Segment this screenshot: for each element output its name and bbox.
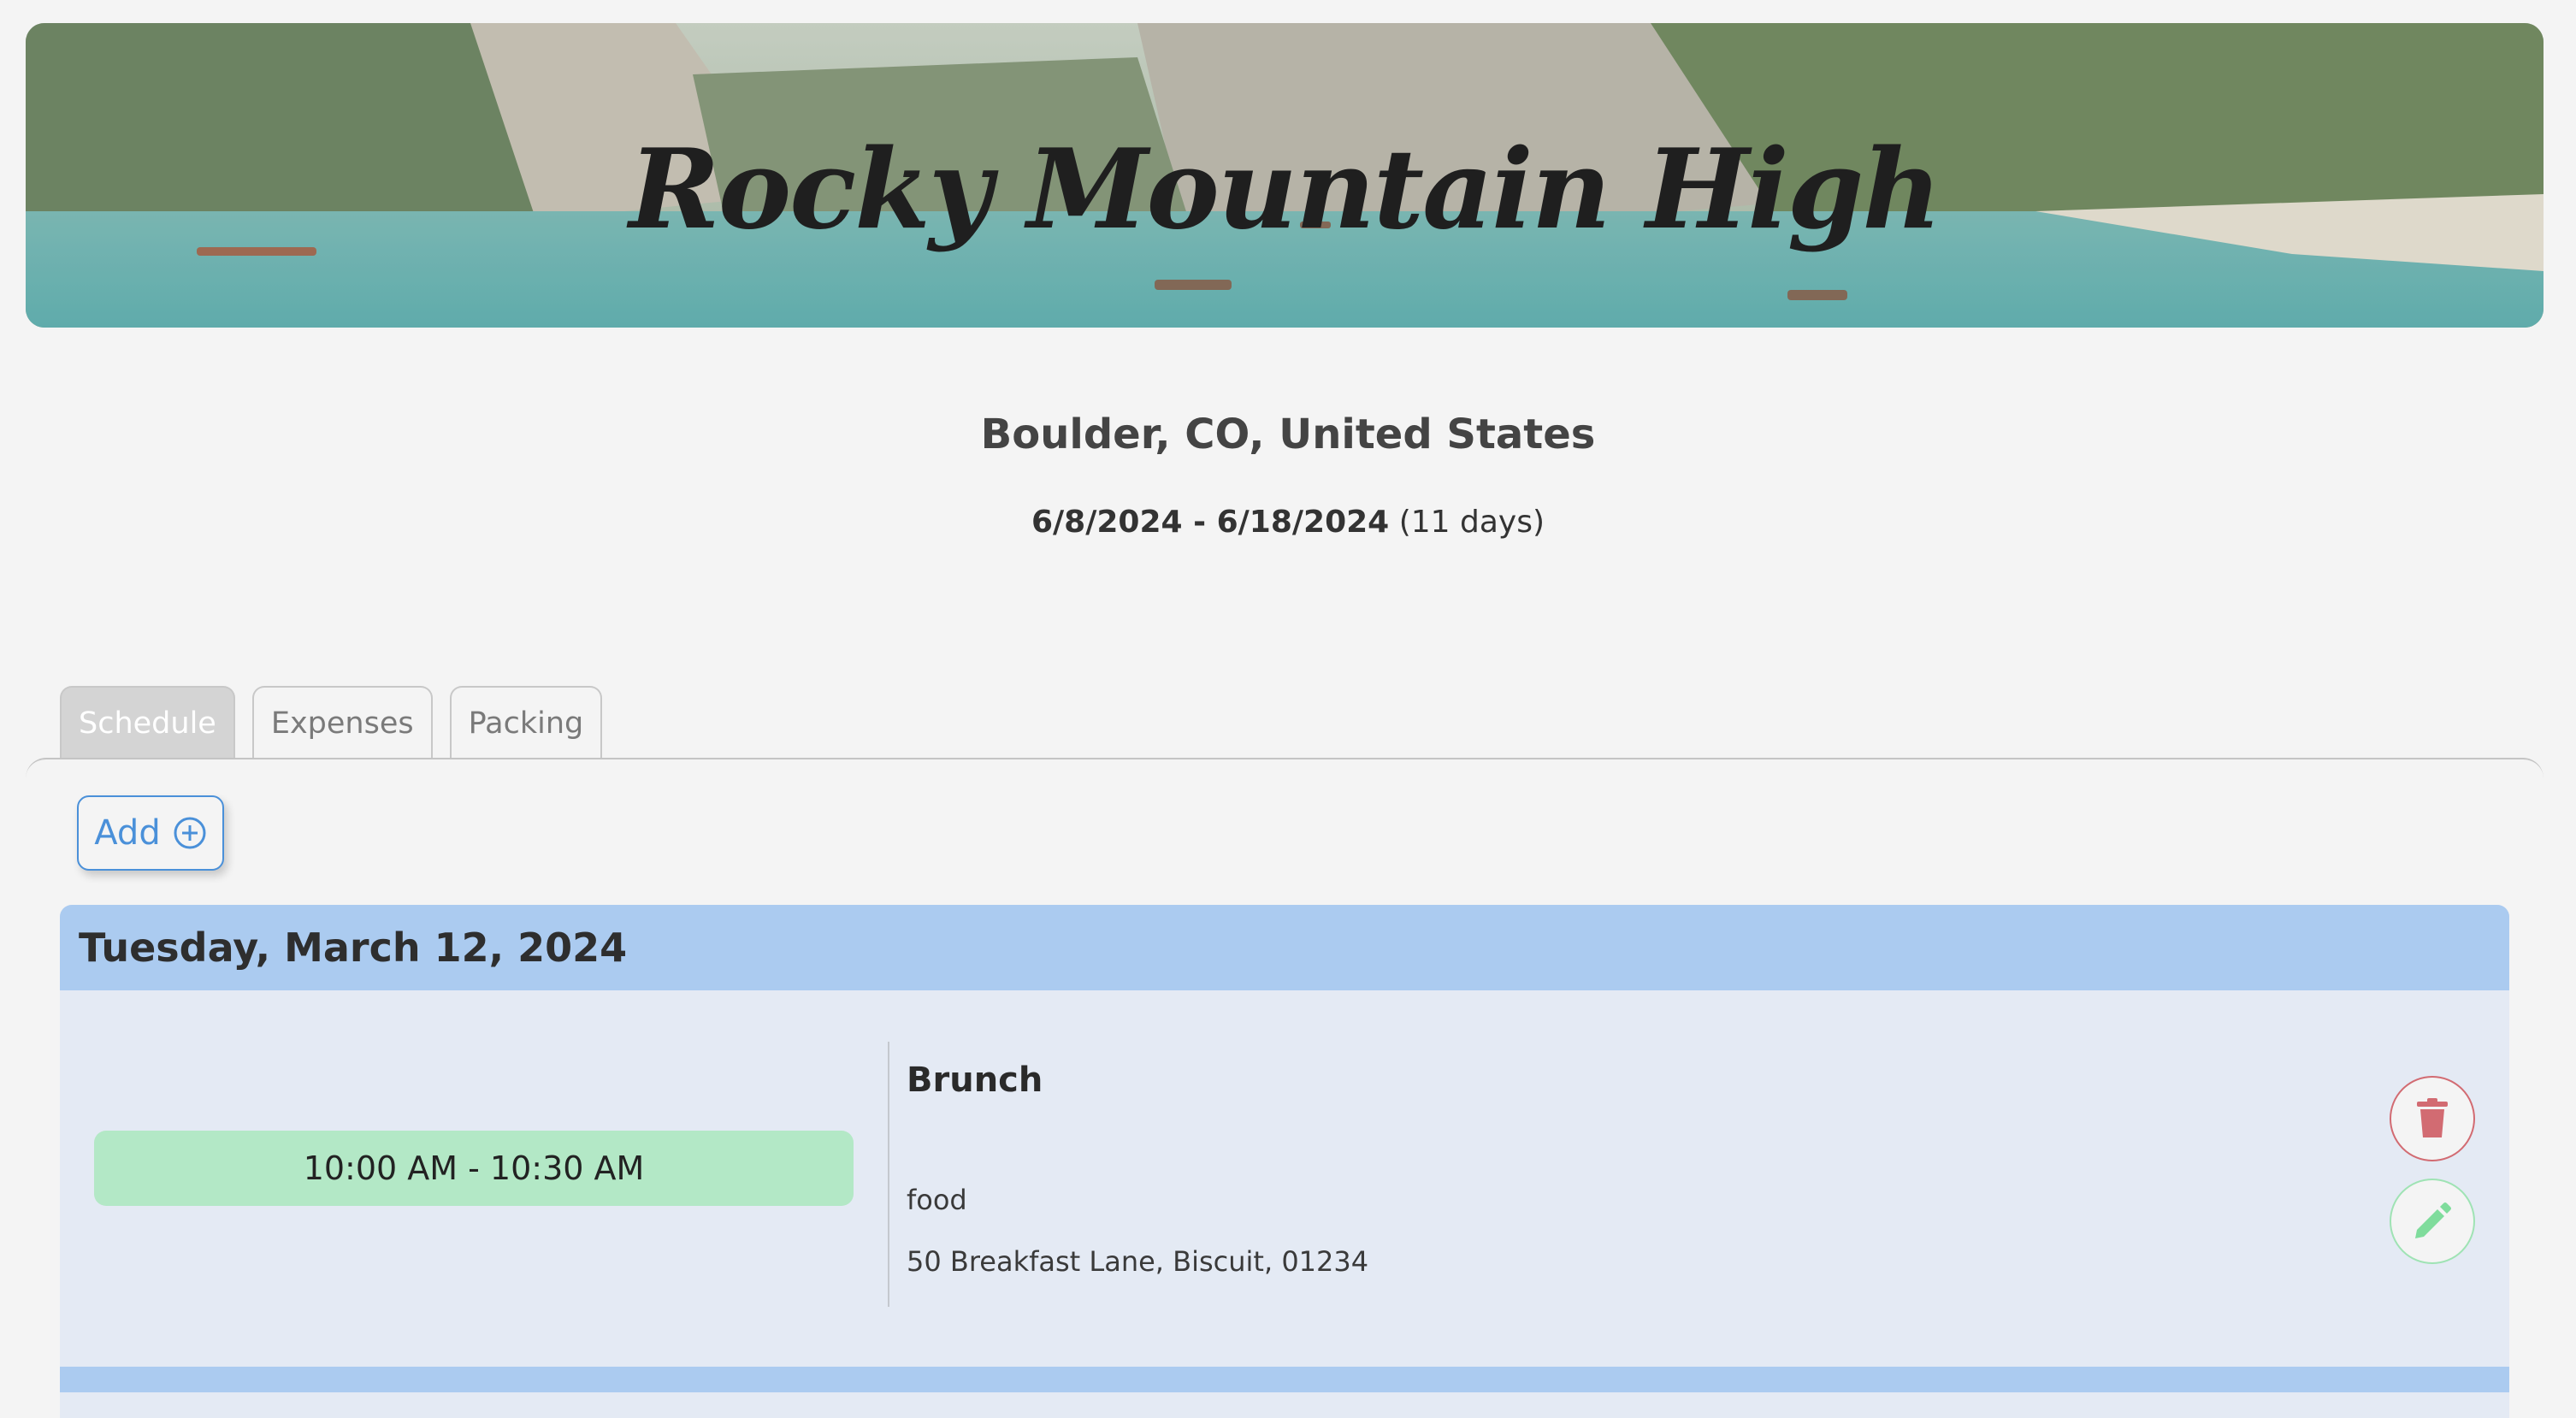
- tab-packing[interactable]: Packing: [449, 686, 603, 758]
- trip-location: Boulder, CO, United States: [980, 411, 1596, 458]
- tab-expenses[interactable]: Expenses: [251, 686, 433, 758]
- pencil-icon: [2415, 1202, 2451, 1238]
- trip-duration: (11 days): [1398, 505, 1545, 540]
- add-button-label: Add: [94, 813, 161, 853]
- event-category: food: [907, 1184, 967, 1216]
- tab-schedule[interactable]: Schedule: [60, 686, 235, 758]
- day-header: Tuesday, March 12, 2024: [60, 905, 2509, 990]
- delete-event-button[interactable]: [2390, 1076, 2475, 1161]
- trip-tabs: Schedule Expenses Packing: [60, 686, 603, 758]
- trip-date-range: 6/8/2024 - 6/18/2024: [1031, 505, 1390, 540]
- edit-event-button[interactable]: [2390, 1179, 2475, 1264]
- event-divider: [888, 1042, 889, 1307]
- event-title: Brunch: [907, 1061, 1043, 1100]
- trip-banner: Rocky Mountain High: [26, 23, 2544, 328]
- event-address: 50 Breakfast Lane, Biscuit, 01234: [907, 1245, 1369, 1278]
- plus-circle-icon: [174, 817, 206, 849]
- schedule-day-card: Tuesday, March 12, 2024 10:00 AM - 10:30…: [60, 905, 2509, 1418]
- trash-icon: [2417, 1098, 2448, 1137]
- event-time: 10:00 AM - 10:30 AM: [94, 1131, 854, 1206]
- tab-panel-border: [26, 758, 2544, 785]
- trip-title: Rocky Mountain High: [629, 126, 1942, 254]
- schedule-event: 10:00 AM - 10:30 AM Brunch food 50 Break…: [60, 990, 2509, 1367]
- add-event-button[interactable]: Add: [77, 795, 224, 871]
- trip-dates: 6/8/2024 - 6/18/2024 (11 days): [0, 505, 2576, 540]
